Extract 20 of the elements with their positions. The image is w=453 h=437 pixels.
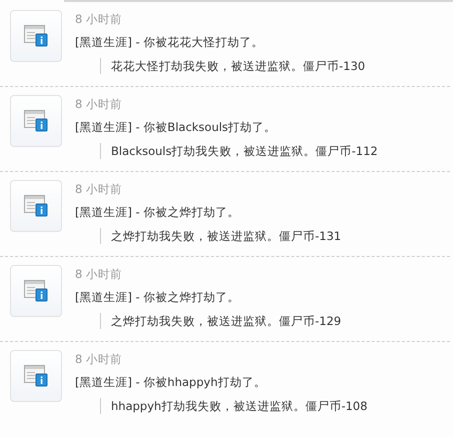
notice-title: [黑道生涯] - 你被Blacksouls打劫了。: [75, 119, 278, 135]
info-window-icon: [24, 365, 48, 387]
timestamp: 8 小时前: [75, 181, 123, 197]
notice-detail: 花花大怪打劫我失败，被送进监狱。僵尸币-130: [111, 58, 366, 74]
notice-title: [黑道生涯] - 你被之烨打劫了。: [75, 289, 240, 305]
notice-title: [黑道生涯] - 你被hhappyh打劫了。: [75, 374, 267, 390]
info-window-icon: [24, 280, 48, 302]
timestamp: 8 小时前: [75, 96, 123, 112]
notice-title: [黑道生涯] - 你被花花大怪打劫了。: [75, 34, 264, 50]
notice-detail: hhappyh打劫我失败，被送进监狱。僵尸币-108: [111, 398, 368, 414]
notice-detail: Blacksouls打劫我失败，被送进监狱。僵尸币-112: [111, 144, 378, 158]
notice-detail: 之烨打劫我失败，被送进监狱。僵尸币-131: [111, 228, 342, 244]
notice-title: [黑道生涯] - 你被之烨打劫了。: [75, 204, 240, 220]
info-window-icon: [24, 25, 48, 47]
timestamp: 8 小时前: [75, 11, 123, 27]
timestamp: 8 小时前: [75, 266, 123, 282]
info-window-icon: [24, 195, 48, 217]
timestamp: 8 小时前: [75, 351, 123, 367]
info-window-icon: [24, 110, 48, 132]
notice-detail: 之烨打劫我失败，被送进监狱。僵尸币-129: [111, 314, 342, 328]
